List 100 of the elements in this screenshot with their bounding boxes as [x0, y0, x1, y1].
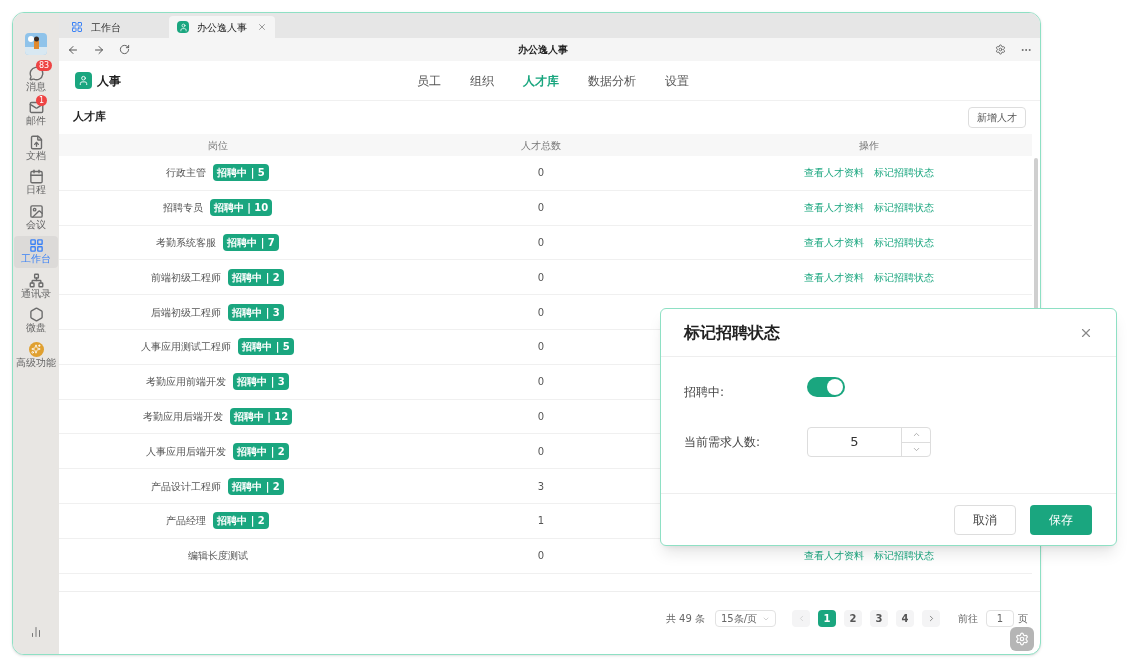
- action-link[interactable]: 查看人才资料: [804, 269, 864, 285]
- position-name: 人事应用测试工程师: [141, 340, 232, 355]
- action-link[interactable]: 标记招聘状态: [874, 200, 934, 216]
- field-label: 当前需求人数:: [684, 434, 762, 451]
- hexagon-icon: [28, 307, 44, 322]
- sidebar-item[interactable]: 消息 83: [14, 63, 58, 95]
- browser-tab[interactable]: 办公逸人事: [169, 16, 275, 38]
- hiring-tag: 招聘中 | 7: [223, 234, 279, 251]
- action-link[interactable]: 标记招聘状态: [874, 269, 934, 285]
- nav-tab[interactable]: 组织: [470, 71, 494, 90]
- browser-tab[interactable]: 工作台: [63, 16, 169, 38]
- settings-icon[interactable]: [995, 44, 1006, 55]
- hiring-tag: 招聘中 | 3: [233, 373, 289, 391]
- hiring-tag: 招聘中 | 2: [213, 512, 269, 530]
- action-link[interactable]: 标记招聘状态: [874, 235, 934, 250]
- window-title: 办公逸人事: [516, 43, 569, 57]
- person-icon: [177, 21, 189, 33]
- org-chart-icon: [28, 272, 44, 288]
- cancel-button[interactable]: 取消: [954, 504, 1016, 535]
- sidebar-item[interactable]: 高级功能: [14, 339, 58, 371]
- table-cell-text: 0: [536, 375, 546, 390]
- person-icon: [75, 72, 92, 89]
- position-name: 招聘专员: [162, 201, 203, 216]
- reload-icon[interactable]: [119, 44, 130, 55]
- page-button[interactable]: 1: [818, 610, 836, 627]
- column-header: 人才总数: [520, 138, 562, 153]
- page-size-select[interactable]: 15条/页: [715, 610, 776, 627]
- sidebar-label: 日程: [26, 184, 46, 196]
- settings-button[interactable]: [1010, 627, 1034, 651]
- table-cell-text: 0: [536, 549, 546, 564]
- sidebar-item[interactable]: 微盘: [14, 304, 58, 337]
- dialog-title: 标记招聘状态: [684, 321, 780, 344]
- position-name: 考勤应用后端开发: [142, 409, 223, 424]
- action-link[interactable]: 查看人才资料: [804, 165, 864, 181]
- forward-icon[interactable]: [93, 43, 105, 56]
- sidebar-item[interactable]: 会议: [14, 201, 58, 233]
- page-title: 人才库: [73, 109, 106, 126]
- position-name: 考勤系统客服: [156, 236, 217, 250]
- number-field[interactable]: 5: [807, 427, 931, 457]
- page-button[interactable]: 3: [870, 610, 888, 627]
- table-cell-text: 0: [536, 305, 546, 320]
- save-button[interactable]: 保存: [1030, 504, 1092, 535]
- position-name: 产品设计工程师: [151, 479, 222, 494]
- sidebar-item[interactable]: 日程: [14, 166, 58, 199]
- app-name: 人事: [97, 72, 121, 90]
- sidebar-item[interactable]: 文档: [14, 132, 58, 164]
- goto-unit: 页: [1018, 612, 1028, 626]
- nav-tab[interactable]: 数据分析: [588, 71, 636, 90]
- sidebar-label: 文档: [26, 149, 46, 162]
- action-link[interactable]: 查看人才资料: [804, 200, 864, 216]
- action-link[interactable]: 标记招聘状态: [874, 548, 934, 564]
- position-name: 前端初级工程师: [151, 270, 222, 285]
- nav-tab[interactable]: 人才库: [523, 71, 559, 90]
- position-name: 人事应用后端开发: [146, 444, 227, 459]
- table-cell-text: 0: [536, 166, 546, 181]
- nav-tab[interactable]: 设置: [665, 71, 689, 90]
- hiring-tag: 招聘中 | 5: [238, 338, 294, 356]
- table-cell-text: 0: [536, 270, 546, 285]
- table-cell-text: 0: [536, 444, 546, 459]
- total-count: 共 49 条: [665, 612, 705, 626]
- grid-icon: [71, 21, 83, 33]
- table-cell-text: 0: [536, 201, 546, 216]
- back-icon[interactable]: [67, 43, 79, 56]
- goto-page-field[interactable]: 1: [986, 610, 1014, 627]
- sidebar-item[interactable]: 邮件 1: [14, 97, 58, 130]
- hiring-tag: 招聘中 | 2: [233, 442, 289, 460]
- table-cell-text: 0: [536, 409, 546, 424]
- sidebar-label: 微盘: [26, 322, 46, 334]
- toggle-switch[interactable]: [807, 377, 845, 397]
- hiring-tag: 招聘中 | 10: [209, 199, 273, 217]
- column-header: 操作: [858, 138, 880, 153]
- page-button[interactable]: 4: [896, 610, 914, 627]
- hiring-tag: 招聘中 | 2: [228, 268, 284, 286]
- nav-tab[interactable]: 员工: [417, 71, 441, 90]
- meeting-icon: [28, 203, 44, 219]
- hiring-tag: 招聘中 | 3: [228, 303, 284, 321]
- sidebar-item[interactable]: 通讯录: [14, 270, 58, 302]
- grid-icon: [28, 238, 44, 253]
- position-name: 产品经理: [166, 514, 207, 529]
- sidebar-item[interactable]: 工作台: [14, 235, 58, 268]
- sidebar-label: 高级功能: [16, 356, 56, 369]
- sparkle-icon: [28, 341, 44, 357]
- table-cell-text: 1: [536, 514, 546, 529]
- action-link[interactable]: 标记招聘状态: [874, 165, 934, 181]
- count-badge: 1: [36, 94, 48, 106]
- sidebar-label: 通讯录: [21, 287, 51, 300]
- add-talent-button[interactable]: 新增人才: [968, 107, 1026, 128]
- table-cell-text: 0: [536, 340, 546, 355]
- action-link[interactable]: 查看人才资料: [804, 548, 864, 564]
- chart-icon[interactable]: [30, 626, 42, 638]
- hiring-tag: 招聘中 | 2: [228, 477, 284, 495]
- close-icon[interactable]: [257, 22, 267, 32]
- column-header: 岗位: [206, 138, 229, 153]
- position-name: 编辑长度测试: [187, 549, 248, 564]
- action-link[interactable]: 查看人才资料: [804, 235, 864, 250]
- sidebar-label: 邮件: [26, 115, 46, 127]
- sidebar-label: 会议: [26, 218, 46, 231]
- settings-icon: [1015, 632, 1029, 646]
- goto-label: 前往: [958, 612, 978, 626]
- page-button[interactable]: 2: [844, 610, 862, 627]
